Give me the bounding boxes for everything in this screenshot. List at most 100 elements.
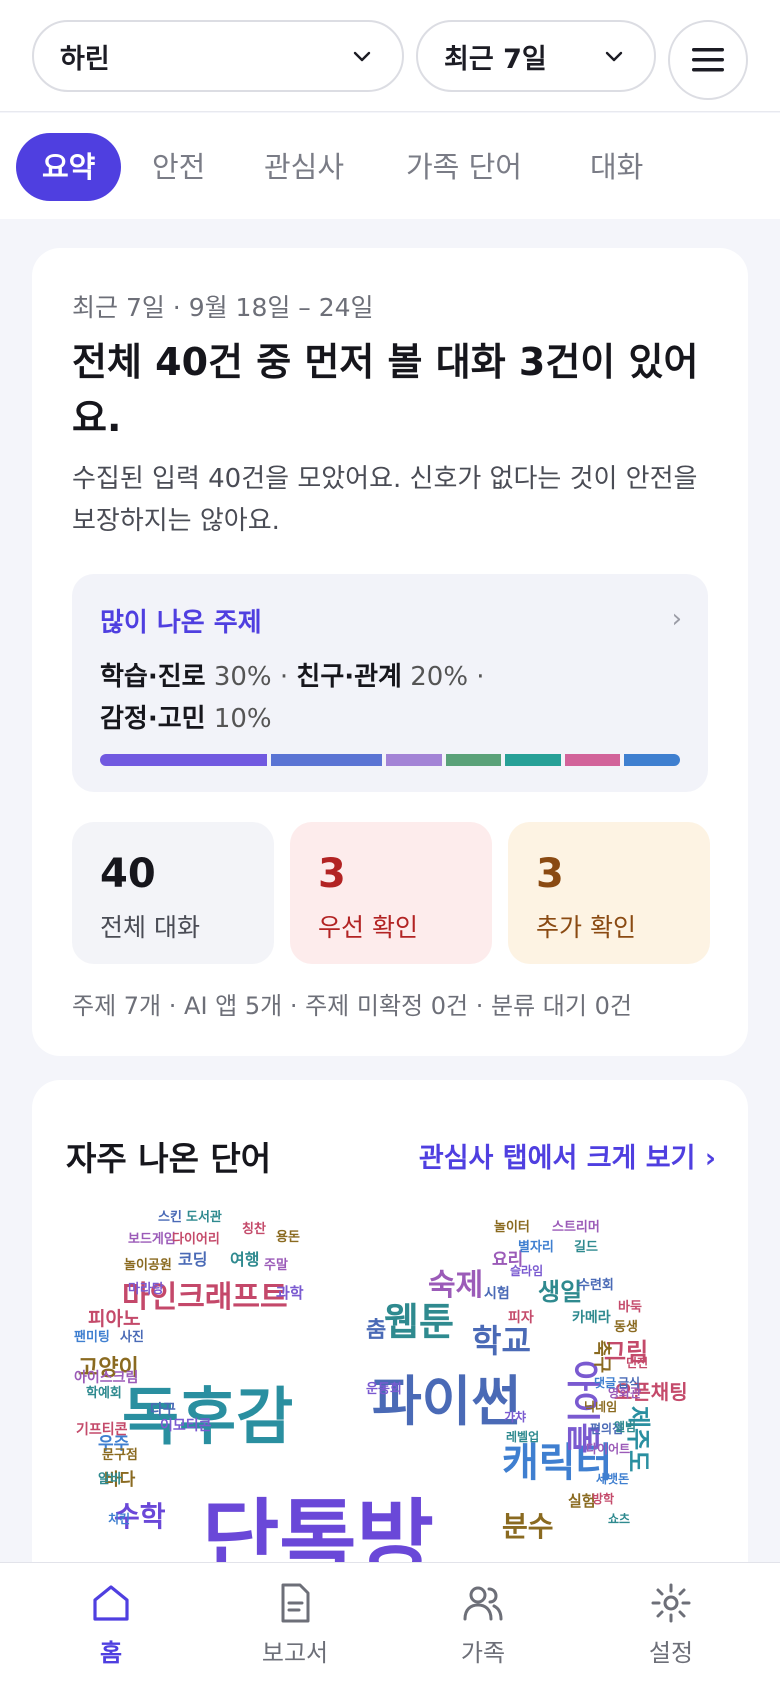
word-cloud-word: 운동회 xyxy=(366,1381,402,1397)
topic-bar-segment xyxy=(624,754,680,766)
summary-card: 최근 7일 · 9월 18일 – 24일 전체 40건 중 먼저 볼 대화 3건… xyxy=(32,248,748,1056)
word-cloud-word: 아이스크림 xyxy=(74,1369,138,1386)
word-cloud-word: 분수 xyxy=(502,1510,554,1543)
bottom-nav: 홈 보고서 가족 설정 xyxy=(0,1562,780,1688)
chevron-down-icon xyxy=(605,51,623,62)
stat-priority-card[interactable]: 3 우선 확인 xyxy=(290,822,492,964)
word-cloud-word: 길드 xyxy=(574,1240,598,1255)
topic-percent: 10% xyxy=(213,704,272,734)
child-select[interactable]: 하린 xyxy=(32,20,404,92)
nav-home-label: 홈 xyxy=(99,1639,123,1667)
word-cloud-word: 동생 xyxy=(614,1320,638,1335)
word-cloud-word: 여행 xyxy=(230,1250,259,1269)
gear-icon xyxy=(651,1583,691,1623)
word-cloud-word: 축구 xyxy=(591,1340,612,1373)
topic-name: 친구·관계 xyxy=(296,662,402,692)
topic-bar-segment xyxy=(505,754,561,766)
stat-extra-card[interactable]: 3 추가 확인 xyxy=(508,822,710,964)
nav-report-label: 보고서 xyxy=(261,1639,329,1667)
period-label: 최근 7일 · 9월 18일 – 24일 xyxy=(72,293,374,322)
tab-conversations[interactable]: 대화 xyxy=(590,133,643,201)
word-cloud-word: 쇼츠 xyxy=(608,1512,630,1526)
word-cloud-word: 팬미팅 xyxy=(74,1329,110,1345)
word-cloud-word: 숙제 xyxy=(428,1268,483,1303)
menu-button[interactable] xyxy=(668,20,748,100)
word-cloud-word: 슬라임 xyxy=(510,1263,543,1278)
top-topics-panel[interactable]: 많이 나온 주제 › 학습·진로 30% · 친구·관계 20% · 감정·고민… xyxy=(72,574,708,792)
word-cloud-word: 스트리머 xyxy=(552,1219,600,1235)
stat-extra-label: 추가 확인 xyxy=(536,913,636,942)
word-cloud-word: 주말 xyxy=(264,1258,288,1273)
topic-percent: 20% xyxy=(410,662,469,692)
nav-settings-label: 설정 xyxy=(648,1639,694,1667)
topic-bar-segment xyxy=(386,754,442,766)
nav-home[interactable]: 홈 xyxy=(46,1581,176,1668)
tab-safety[interactable]: 안전 xyxy=(152,133,205,201)
topic-percent: 30% xyxy=(213,662,272,692)
word-cloud-word: 마라탕 xyxy=(128,1281,164,1297)
nav-family[interactable]: 가족 xyxy=(418,1581,548,1668)
topic-bar-segment xyxy=(564,754,621,766)
child-select-label: 하린 xyxy=(60,43,110,75)
word-cloud: 독후감단톡방파이썬마인크래프트웹툰 학교숙제캐릭터생일아이돌그림분수수학고양이피아… xyxy=(74,1210,688,1588)
word-cloud-word: 앨범 xyxy=(614,1419,636,1434)
tab-family-words[interactable]: 가족 단어 xyxy=(406,133,522,201)
nav-report[interactable]: 보고서 xyxy=(230,1581,360,1668)
word-cloud-word: 웹툰 xyxy=(384,1300,454,1344)
topic-bar-segment xyxy=(100,754,267,766)
word-cloud-word: 세뱃돈 xyxy=(596,1471,629,1486)
word-cloud-word: 놀이공원 xyxy=(124,1257,172,1273)
word-cloud-word: 피자 xyxy=(508,1310,534,1326)
word-cloud-word: 사진 xyxy=(120,1329,144,1345)
word-cloud-word: 댓글 xyxy=(594,1375,616,1390)
word-cloud-word: 파이썬 xyxy=(372,1370,521,1433)
word-cloud-word: 학예회 xyxy=(86,1385,122,1401)
word-cloud-word: 보드게임 xyxy=(128,1232,176,1247)
summary-headline: 전체 40건 중 먼저 볼 대화 3건이 있어요. xyxy=(72,340,699,440)
word-cloud-word: 다이어리 xyxy=(172,1231,220,1247)
tab-summary[interactable]: 요약 xyxy=(16,133,122,201)
chevron-right-icon: › xyxy=(671,604,682,634)
word-cloud-word: 도서관 xyxy=(186,1210,222,1225)
view-interests-link-label: 관심사 탭에서 크게 보기 xyxy=(418,1143,696,1174)
word-cloud-word: 바둑 xyxy=(618,1299,642,1315)
word-cloud-word: 알바 xyxy=(98,1471,122,1487)
stat-total-label: 전체 대화 xyxy=(100,913,200,942)
word-cloud-word: 학교 xyxy=(472,1322,531,1360)
word-cloud-word: 용돈 xyxy=(276,1229,300,1245)
family-icon xyxy=(463,1586,503,1621)
word-cloud-word: 닉네임 xyxy=(584,1399,617,1414)
summary-description: 수집된 입력 40건을 모았어요. 신호가 없다는 것이 안전을 보장하지는 않… xyxy=(72,464,698,536)
word-cloud-word: 칭찬 xyxy=(242,1221,266,1237)
word-cloud-word: 수련회 xyxy=(578,1277,614,1293)
document-icon xyxy=(281,1583,310,1623)
view-interests-link[interactable]: 관심사 탭에서 크게 보기 › xyxy=(419,1136,716,1175)
period-select[interactable]: 최근 7일 xyxy=(416,20,656,92)
word-cloud-word: 던전 xyxy=(626,1355,648,1370)
tab-interests[interactable]: 관심사 xyxy=(264,133,344,201)
word-cloud-word: 스킨 xyxy=(158,1210,182,1225)
nav-settings[interactable]: 설정 xyxy=(606,1581,736,1668)
hamburger-menu-icon xyxy=(692,48,724,72)
word-cloud-word: 과학 xyxy=(276,1284,304,1302)
top-topics-title: 많이 나온 주제 xyxy=(100,608,262,638)
word-cloud-word: 가챠 xyxy=(504,1409,526,1424)
word-cloud-word: 독후감 xyxy=(122,1380,293,1453)
tab-bar: 요약 안전 관심사 가족 단어 대화 xyxy=(0,113,780,219)
topic-bar-segment xyxy=(270,754,382,766)
word-cloud-word: 다이어트 xyxy=(586,1441,630,1456)
word-cloud-word: 문구점 xyxy=(102,1448,138,1463)
topic-distribution-bar xyxy=(100,754,680,766)
top-topics-list: 학습·진로 30% · 친구·관계 20% · 감정·고민 10% xyxy=(100,662,485,734)
stat-total-value: 40 xyxy=(100,851,156,897)
word-cloud-word: 이모티콘 xyxy=(160,1417,212,1434)
stat-total-card[interactable]: 40 전체 대화 xyxy=(72,822,274,964)
stat-extra-value: 3 xyxy=(536,851,564,897)
word-cloud-word: 코딩 xyxy=(178,1250,207,1269)
stat-priority-value: 3 xyxy=(318,851,346,897)
topic-bar-segment xyxy=(445,754,502,766)
word-cloud-card: 자주 나온 단어 관심사 탭에서 크게 보기 › 독후감 단톡방 파이썬 마인크래프트… xyxy=(32,1080,748,1620)
topic-name: 감정·고민 xyxy=(100,704,206,734)
chevron-down-icon xyxy=(353,51,371,62)
word-cloud-word: 생일 xyxy=(538,1278,582,1306)
